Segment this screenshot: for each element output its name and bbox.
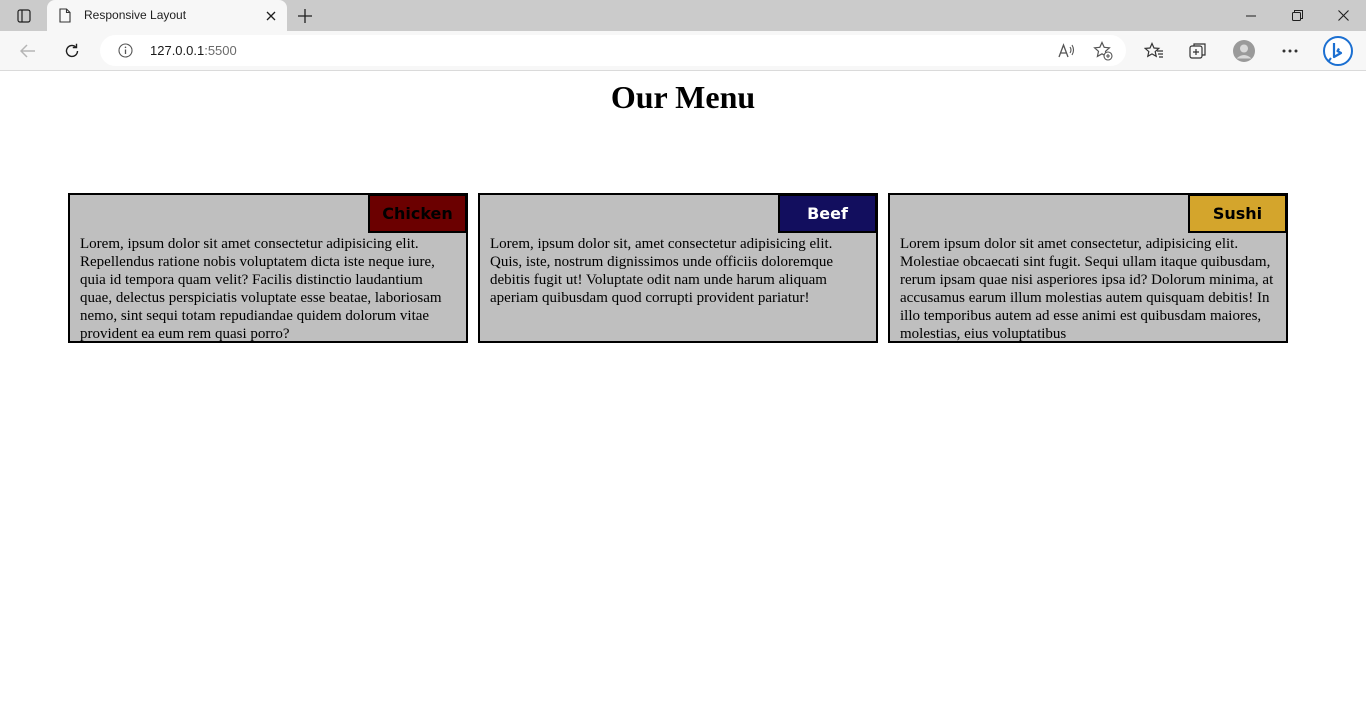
tab-bar: Responsive Layout bbox=[0, 0, 1366, 31]
new-tab-button[interactable] bbox=[293, 4, 317, 28]
info-icon[interactable] bbox=[118, 43, 133, 58]
url-port: :5500 bbox=[204, 43, 237, 58]
favorites-icon bbox=[1144, 42, 1163, 58]
menu-card-chicken: Chicken Lorem, ipsum dolor sit amet cons… bbox=[68, 193, 468, 343]
avatar-icon bbox=[1233, 40, 1255, 62]
star-add-icon bbox=[1093, 41, 1113, 61]
restore-icon bbox=[1291, 10, 1303, 21]
card-text: Lorem, ipsum dolor sit amet consectetur … bbox=[80, 236, 442, 342]
read-aloud-button[interactable] bbox=[1057, 41, 1077, 61]
collections-button[interactable] bbox=[1183, 36, 1213, 66]
read-aloud-icon bbox=[1058, 43, 1075, 58]
bing-icon bbox=[1323, 36, 1353, 66]
restore-button[interactable] bbox=[1274, 0, 1320, 31]
close-window-button[interactable] bbox=[1320, 0, 1366, 31]
collections-icon bbox=[1189, 43, 1206, 59]
menu-card-beef: Beef Lorem, ipsum dolor sit, amet consec… bbox=[478, 193, 878, 343]
minimize-icon bbox=[1246, 15, 1256, 16]
browser-tab[interactable]: Responsive Layout bbox=[47, 0, 287, 31]
card-badge: Sushi bbox=[1188, 195, 1286, 233]
close-icon bbox=[266, 11, 276, 21]
tab-title: Responsive Layout bbox=[84, 8, 187, 22]
tab-close-button[interactable] bbox=[263, 8, 279, 24]
tab-actions-icon bbox=[17, 9, 31, 23]
reload-button[interactable] bbox=[57, 36, 87, 66]
minimize-button[interactable] bbox=[1228, 0, 1274, 31]
plus-icon bbox=[298, 9, 312, 23]
url-host: 127.0.0.1 bbox=[150, 43, 205, 58]
back-arrow-icon bbox=[20, 44, 35, 58]
menu-card-sushi: Sushi Lorem ipsum dolor sit amet consect… bbox=[888, 193, 1288, 343]
tab-actions-button[interactable] bbox=[10, 5, 38, 27]
reload-icon bbox=[65, 43, 79, 58]
page-content: Our Menu Chicken Lorem, ipsum dolor sit … bbox=[0, 71, 1366, 728]
more-icon bbox=[1282, 49, 1298, 53]
card-text: Lorem ipsum dolor sit amet consectetur, … bbox=[900, 236, 1274, 342]
page-title: Our Menu bbox=[610, 79, 756, 115]
card-badge: Beef bbox=[778, 195, 876, 233]
bing-copilot-button[interactable] bbox=[1321, 34, 1355, 68]
back-button[interactable] bbox=[13, 36, 43, 66]
close-icon bbox=[1337, 10, 1349, 21]
add-favorite-button[interactable] bbox=[1093, 41, 1113, 61]
profile-button[interactable] bbox=[1229, 36, 1259, 66]
favorites-button[interactable] bbox=[1139, 36, 1169, 66]
card-badge: Chicken bbox=[368, 195, 466, 233]
url-text[interactable]: 127.0.0.1:5500 bbox=[150, 43, 237, 58]
card-text: Lorem, ipsum dolor sit, amet consectetur… bbox=[490, 236, 834, 306]
settings-more-button[interactable] bbox=[1275, 36, 1305, 66]
browser-toolbar: 127.0.0.1:5500 bbox=[0, 31, 1366, 71]
page-icon bbox=[59, 8, 71, 23]
address-bar[interactable]: 127.0.0.1:5500 bbox=[100, 35, 1126, 66]
